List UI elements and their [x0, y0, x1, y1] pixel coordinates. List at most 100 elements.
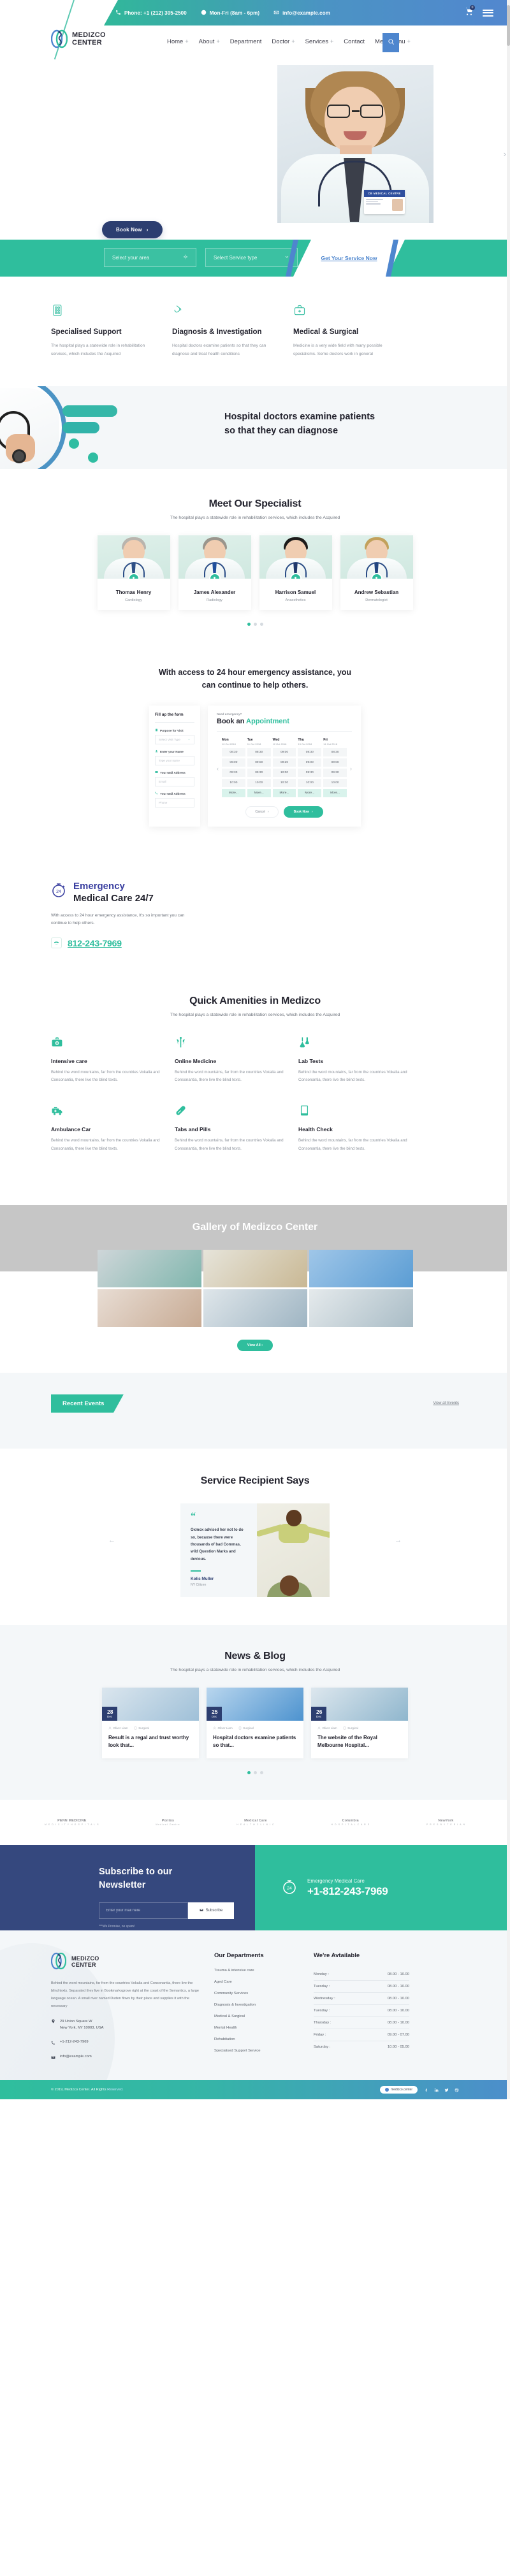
nav-item-department[interactable]: Department [230, 38, 262, 45]
footer-dept-link[interactable]: Trauma & intensive care [214, 1969, 298, 1972]
linkedin-icon[interactable] [434, 2084, 439, 2095]
news-card[interactable]: 28 Dec Oliver Liam Surgical Result is a … [102, 1688, 199, 1758]
purpose-select[interactable]: Select Visit Type [155, 735, 194, 745]
calendar-next-button[interactable]: › [350, 765, 352, 772]
area-select[interactable]: Select your area [104, 248, 196, 267]
news-carousel-dots[interactable] [0, 1770, 510, 1774]
amenity-title: Online Medicine [175, 1058, 217, 1065]
nav-item-services[interactable]: Services + [305, 38, 334, 45]
time-slot[interactable]: 10:00 [247, 779, 271, 788]
time-slot[interactable]: 09:00 [222, 758, 245, 767]
time-slot[interactable]: 10:00 [323, 779, 347, 788]
gallery-item[interactable] [203, 1289, 307, 1327]
scrollbar-track[interactable] [507, 0, 510, 2099]
time-slot[interactable]: 09:00 [323, 758, 347, 767]
topbar-hours: Mon-Fri (8am - 6pm) [201, 10, 259, 17]
news-card[interactable]: 25 Dec Oliver Liam Surgical Hospital doc… [207, 1688, 303, 1758]
time-slot-more[interactable]: More... [247, 789, 271, 798]
footer-logo[interactable]: MEDIZCO CENTER [50, 1952, 199, 1971]
field-label-phone: Your Mail Address [155, 792, 194, 795]
dribbble-icon[interactable] [455, 2084, 459, 2095]
site-pill[interactable]: medizco.center [380, 2085, 418, 2094]
news-day: 28 [107, 1708, 113, 1715]
footer-dept-link[interactable]: Diagnosis & Investigation [214, 2003, 298, 2007]
scrollbar-thumb[interactable] [507, 5, 510, 46]
gallery-item[interactable] [309, 1289, 413, 1327]
time-slot[interactable]: 08:30 [247, 748, 271, 757]
name-input[interactable]: Type your name [155, 756, 194, 766]
time-slot[interactable]: 09:00 [247, 758, 271, 767]
topbar-phone[interactable]: Phone: +1 (212) 305-2500 [115, 10, 187, 17]
time-slot[interactable]: 10:30 [272, 779, 296, 788]
cancel-button[interactable]: Cancel › [245, 806, 279, 818]
time-slot[interactable]: 09:00 [272, 748, 296, 757]
book-now-button[interactable]: Book Now › [283, 806, 323, 818]
calendar-prev-button[interactable]: ‹ [217, 765, 219, 772]
get-service-link[interactable]: Get Your Service Now [321, 255, 377, 261]
twitter-icon[interactable] [444, 2084, 449, 2095]
page-root: Phone: +1 (212) 305-2500 Mon-Fri (8am - … [0, 0, 510, 2099]
nav-item-contact[interactable]: Contact [344, 38, 365, 45]
site-logo[interactable]: MEDIZCO CENTER [50, 29, 106, 48]
menu-toggle-icon[interactable] [483, 9, 493, 17]
gallery-item[interactable] [97, 1249, 201, 1287]
time-slot-more[interactable]: More... [222, 789, 245, 798]
specialists-carousel-dots[interactable] [0, 623, 510, 626]
time-slot[interactable]: 08:30 [323, 748, 347, 757]
nav-item-home[interactable]: Home + [167, 38, 189, 45]
phone-input[interactable]: Phone [155, 798, 194, 808]
gallery-item[interactable] [97, 1289, 201, 1327]
footer-dept-link[interactable]: Community Services [214, 1992, 298, 1995]
time-slot-more[interactable]: More... [272, 789, 296, 798]
nav-item-doctor[interactable]: Doctor + [272, 38, 295, 45]
hero-next-arrow[interactable]: › [504, 149, 506, 159]
time-slot-more[interactable]: More... [323, 789, 347, 798]
cart-icon[interactable]: 0 [465, 4, 475, 19]
doctor-card[interactable]: Thomas Henry Cardiology [97, 535, 170, 611]
hero-book-now-button[interactable]: Book Now › [102, 221, 163, 238]
doctor-card[interactable]: Harrison Samuel Anaesthetics [259, 535, 332, 611]
newsletter-email-input[interactable] [99, 1902, 188, 1919]
testimonial-next-arrow[interactable]: → [395, 1537, 402, 1544]
gallery-item[interactable] [203, 1249, 307, 1287]
phone-icon [51, 2040, 55, 2046]
doctor-card[interactable]: Andrew Sebastian Dermatologist [340, 535, 413, 611]
time-slot[interactable]: 10:00 [222, 779, 245, 788]
footer-email[interactable]: info@example.com [51, 2055, 199, 2061]
time-slot[interactable]: 09:30 [323, 769, 347, 778]
emergency-phone-link[interactable]: 812-243-7969 [68, 938, 122, 948]
search-button[interactable] [382, 33, 399, 52]
time-slot[interactable]: 08:30 [222, 748, 245, 757]
time-slot[interactable]: 09:30 [222, 769, 245, 778]
footer-dept-link[interactable]: Mental Health [214, 2026, 298, 2030]
footer-dept-link[interactable]: Specialised Support Service [214, 2049, 298, 2053]
email-input[interactable]: Email [155, 777, 194, 787]
news-card[interactable]: 26 Dec Oliver Liam Surgical The website … [311, 1688, 408, 1758]
time-slot[interactable]: 09:30 [298, 769, 322, 778]
view-all-events-link[interactable]: View all Events [433, 1401, 459, 1405]
newsletter-emergency-number[interactable]: +1-812-243-7969 [307, 1885, 388, 1898]
nav-item-about[interactable]: About + [199, 38, 220, 45]
gallery-item[interactable] [309, 1249, 413, 1287]
testimonial-prev-arrow[interactable]: ← [108, 1537, 115, 1544]
news-section: News & Blog The hospital plays a statewi… [0, 1625, 510, 1800]
time-slot[interactable]: 10:00 [272, 769, 296, 778]
quote-icon: “ [191, 1510, 196, 1522]
footer-dept-link[interactable]: Rehabitation [214, 2037, 298, 2041]
doctor-card[interactable]: James Alexander Radiology [178, 535, 251, 611]
newsletter-subscribe-button[interactable]: Subscribe [188, 1902, 234, 1919]
time-slot[interactable]: 09:30 [272, 758, 296, 767]
time-slot[interactable]: 09:30 [247, 769, 271, 778]
time-slot-more[interactable]: More... [298, 789, 322, 798]
footer-dept-link[interactable]: Aged Care [214, 1980, 298, 1984]
gallery-view-all-button[interactable]: View All › [237, 1339, 273, 1351]
footer-dept-link[interactable]: Medical & Surgical [214, 2015, 298, 2018]
time-slot[interactable]: 09:00 [298, 758, 322, 767]
service-type-select[interactable]: Select Service type [205, 248, 298, 267]
facebook-icon[interactable] [424, 2084, 428, 2095]
time-slot[interactable]: 08:30 [298, 748, 322, 757]
footer-phone[interactable]: +1-212-243-7969 [51, 2040, 199, 2046]
feature-desc: Medicine is a very wide field with many … [293, 344, 382, 356]
topbar-email[interactable]: info@example.com [273, 10, 330, 17]
time-slot[interactable]: 10:00 [298, 779, 322, 788]
